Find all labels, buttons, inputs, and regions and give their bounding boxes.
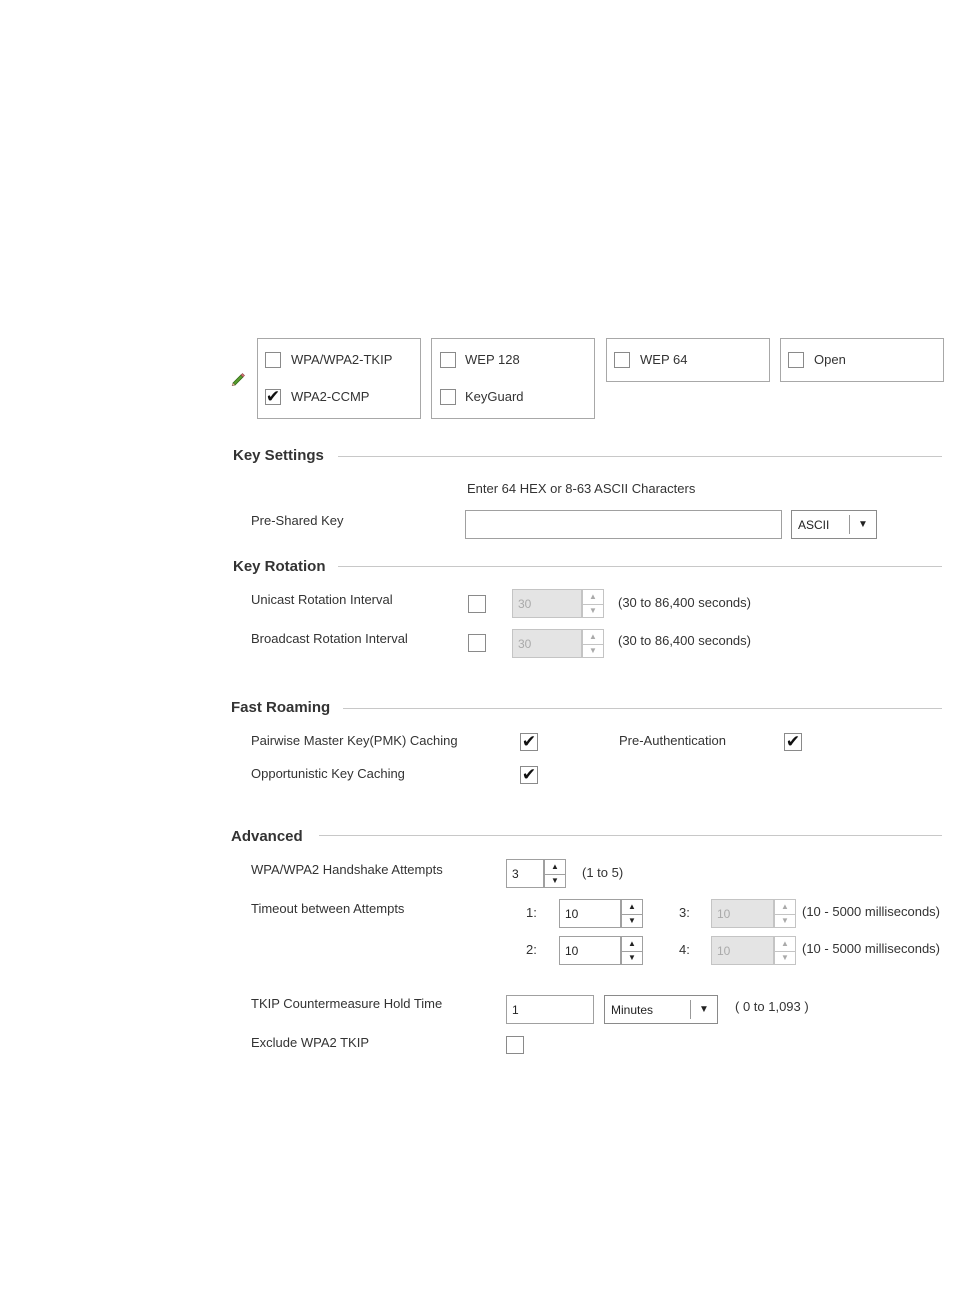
unicast-rotation-checkbox[interactable] [468,595,486,613]
psk-format-select[interactable]: ASCII ▼ [791,510,877,539]
encryption-group-open [780,338,944,382]
timeout-1-spinner[interactable]: ▲ ▼ [621,899,643,928]
key-rotation-title: Key Rotation [233,558,326,575]
timeout-3-input[interactable]: 10 [711,899,774,928]
timeout-4-input[interactable]: 10 [711,936,774,965]
timeout-4-range: (10 - 5000 milliseconds) [802,941,941,956]
checkmark-icon: ✔ [785,732,801,751]
timeout-3-range: (10 - 5000 milliseconds) [802,904,941,919]
broadcast-rotation-input[interactable]: 30 [512,629,582,658]
down-arrow-icon[interactable]: ▼ [583,604,603,618]
encryption-group-wep64 [606,338,770,382]
up-arrow-icon[interactable]: ▲ [583,590,603,605]
checkmark-icon: ✔ [521,765,537,784]
open-label: Open [814,352,846,367]
up-arrow-icon[interactable]: ▲ [545,860,565,875]
up-arrow-icon[interactable]: ▲ [775,900,795,915]
okc-label: Opportunistic Key Caching [251,766,405,781]
handshake-attempts-label: WPA/WPA2 Handshake Attempts [251,862,443,877]
up-arrow-icon[interactable]: ▲ [622,937,642,952]
tkip-hold-time-unit-select[interactable]: Minutes ▼ [604,995,718,1024]
encryption-group-wep128 [431,338,595,419]
wpa-tkip-label: WPA/WPA2-TKIP [291,352,393,367]
tkip-hold-time-range: ( 0 to 1,093 ) [735,999,809,1014]
handshake-attempts-range: (1 to 5) [582,865,624,880]
wpa-tkip-checkbox[interactable] [265,352,281,368]
timeout-4-label: 4: [679,942,690,957]
broadcast-rotation-checkbox[interactable] [468,634,486,652]
unicast-rotation-label: Unicast Rotation Interval [251,592,393,607]
timeout-1-label: 1: [526,905,537,920]
broadcast-rotation-label: Broadcast Rotation Interval [251,631,408,646]
handshake-attempts-input[interactable]: 3 [506,859,544,888]
wep64-checkbox[interactable] [614,352,630,368]
pmk-caching-checkbox[interactable]: ✔ [520,733,538,751]
psk-label: Pre-Shared Key [251,513,344,528]
up-arrow-icon[interactable]: ▲ [622,900,642,915]
down-arrow-icon[interactable]: ▼ [583,644,603,658]
down-arrow-icon[interactable]: ▼ [622,951,642,965]
down-arrow-icon[interactable]: ▼ [775,914,795,928]
advanced-divider [319,835,942,836]
down-arrow-icon[interactable]: ▼ [775,951,795,965]
up-arrow-icon[interactable]: ▲ [583,630,603,645]
pmk-caching-label: Pairwise Master Key(PMK) Caching [251,733,458,748]
dropdown-arrow-icon[interactable]: ▼ [691,1004,717,1015]
okc-checkbox[interactable]: ✔ [520,766,538,784]
wep128-label: WEP 128 [465,352,520,367]
wpa2-ccmp-checkbox[interactable]: ✔ [265,387,281,406]
tkip-unit-value: Minutes [611,1002,654,1017]
dropdown-arrow-icon[interactable]: ▼ [850,519,876,530]
wpa2-ccmp-label: WPA2-CCMP [291,389,370,404]
timeout-2-input[interactable]: 10 [559,936,621,965]
pre-authentication-label: Pre-Authentication [619,733,726,748]
psk-hint: Enter 64 HEX or 8-63 ASCII Characters [467,481,696,496]
tkip-hold-time-label: TKIP Countermeasure Hold Time [251,996,443,1011]
encryption-group-wpa [257,338,421,419]
down-arrow-icon[interactable]: ▼ [622,914,642,928]
timeout-attempts-label: Timeout between Attempts [251,901,405,916]
timeout-3-label: 3: [679,905,690,920]
broadcast-rotation-range: (30 to 86,400 seconds) [618,633,751,648]
down-arrow-icon[interactable]: ▼ [545,874,565,888]
psk-input[interactable] [465,510,782,539]
fast-roaming-title: Fast Roaming [231,699,331,716]
exclude-wpa2-tkip-label: Exclude WPA2 TKIP [251,1035,370,1050]
timeout-2-label: 2: [526,942,537,957]
up-arrow-icon[interactable]: ▲ [775,937,795,952]
keyguard-label: KeyGuard [465,389,524,404]
psk-format-value: ASCII [798,517,830,532]
checkmark-icon: ✔ [521,732,537,751]
pencil-icon[interactable] [230,370,246,387]
wep128-checkbox[interactable] [440,352,456,368]
key-settings-title: Key Settings [233,447,324,464]
checkmark-icon: ✔ [265,387,281,406]
timeout-1-input[interactable]: 10 [559,899,621,928]
pre-authentication-checkbox[interactable]: ✔ [784,733,802,751]
keyguard-checkbox[interactable] [440,389,456,405]
key-rotation-divider [338,566,942,567]
fast-roaming-divider [343,708,942,709]
broadcast-rotation-spinner[interactable]: ▲ ▼ [582,629,604,658]
open-checkbox[interactable] [788,352,804,368]
timeout-4-spinner[interactable]: ▲ ▼ [774,936,796,965]
wep64-label: WEP 64 [640,352,688,367]
unicast-rotation-range: (30 to 86,400 seconds) [618,595,751,610]
timeout-2-spinner[interactable]: ▲ ▼ [621,936,643,965]
unicast-rotation-spinner[interactable]: ▲ ▼ [582,589,604,618]
handshake-attempts-spinner[interactable]: ▲ ▼ [544,859,566,888]
unicast-rotation-input[interactable]: 30 [512,589,582,618]
tkip-hold-time-input[interactable]: 1 [506,995,594,1024]
advanced-title: Advanced [231,828,303,845]
exclude-wpa2-tkip-checkbox[interactable] [506,1036,524,1054]
timeout-3-spinner[interactable]: ▲ ▼ [774,899,796,928]
key-settings-divider [338,456,942,457]
